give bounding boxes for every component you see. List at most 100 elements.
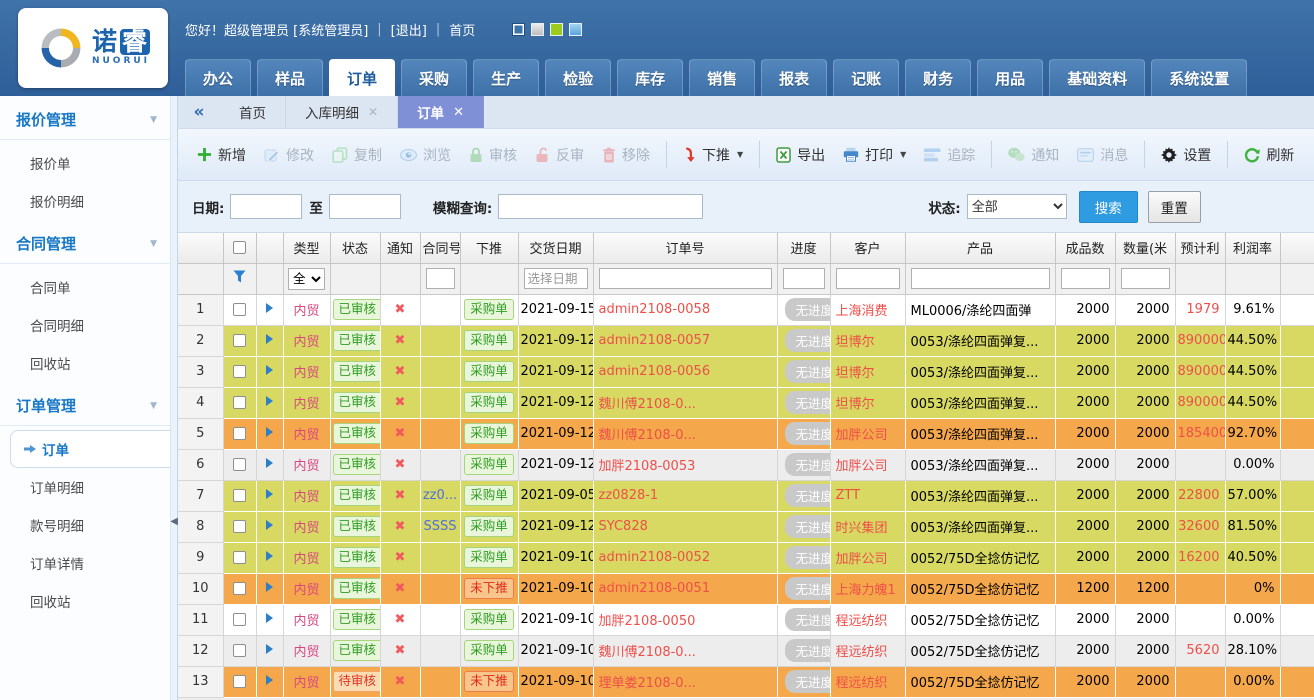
expand-arrow-icon[interactable]	[266, 551, 273, 561]
column-filter-input[interactable]	[426, 268, 455, 289]
row-expand-cell[interactable]	[256, 294, 283, 325]
column-filter-input[interactable]	[599, 268, 772, 289]
order-no-cell[interactable]: zz0828-1	[593, 480, 777, 511]
column-header[interactable]: 产品	[905, 233, 1055, 263]
row-checkbox-cell[interactable]	[223, 666, 256, 697]
theme-square-blue[interactable]	[569, 23, 582, 36]
row-checkbox[interactable]	[233, 675, 246, 688]
row-checkbox-cell[interactable]	[223, 325, 256, 356]
row-expand-cell[interactable]	[256, 573, 283, 604]
column-header[interactable]: 订单号	[593, 233, 777, 263]
order-no-cell[interactable]: SYC828	[593, 511, 777, 542]
close-icon[interactable]: ✕	[368, 105, 378, 119]
expand-arrow-icon[interactable]	[266, 334, 273, 344]
row-expand-cell[interactable]	[256, 604, 283, 635]
delivery-date-filter-input[interactable]	[524, 268, 588, 289]
add-button[interactable]: 新增	[188, 139, 255, 171]
row-checkbox[interactable]	[233, 303, 246, 316]
nav-tab-system-settings[interactable]: 系统设置	[1151, 59, 1247, 96]
open-tab-inbound-detail[interactable]: 入库明细✕	[286, 96, 398, 128]
table-row[interactable]: 10内贸已审核✖未下推2021-09-10admin2108-0051无进度上海…	[178, 573, 1314, 604]
expand-arrow-icon[interactable]	[266, 613, 273, 623]
order-no-cell[interactable]: 加胖2108-0050	[593, 604, 777, 635]
table-row[interactable]: 2内贸已审核✖采购单2021-09-12admin2108-0057无进度坦博尔…	[178, 325, 1314, 356]
row-expand-cell[interactable]	[256, 542, 283, 573]
expand-arrow-icon[interactable]	[266, 675, 273, 685]
column-filter-input[interactable]	[783, 268, 825, 289]
select-all-checkbox[interactable]	[233, 241, 246, 254]
close-icon[interactable]: ✕	[453, 105, 464, 120]
order-no-cell[interactable]: admin2108-0058	[593, 294, 777, 325]
sidebar-item-contract-recycle[interactable]: 回收站	[0, 344, 177, 382]
sidebar-item-contract[interactable]: 合同单	[0, 268, 177, 306]
column-header[interactable]: 状态	[330, 233, 380, 263]
logout-link[interactable]: [退出]	[391, 20, 427, 39]
column-filter-input[interactable]	[1061, 268, 1110, 289]
row-checkbox-cell[interactable]	[223, 604, 256, 635]
filter-funnel-cell[interactable]	[223, 263, 256, 294]
refresh-button[interactable]: 刷新	[1235, 139, 1303, 171]
sidebar-item-quote[interactable]: 报价单	[0, 144, 177, 182]
expand-arrow-icon[interactable]	[266, 396, 273, 406]
table-row[interactable]: 3内贸已审核✖采购单2021-09-12admin2108-0056无进度坦博尔…	[178, 356, 1314, 387]
row-expand-cell[interactable]	[256, 387, 283, 418]
expand-arrow-icon[interactable]	[266, 303, 273, 313]
collapse-sidebar-icon[interactable]: «	[178, 96, 220, 128]
row-checkbox-cell[interactable]	[223, 418, 256, 449]
row-checkbox-cell[interactable]	[223, 449, 256, 480]
sidebar-item-order-detail[interactable]: 订单明细	[0, 468, 177, 506]
nav-tab-supplies[interactable]: 用品	[977, 59, 1043, 96]
row-checkbox-cell[interactable]	[223, 387, 256, 418]
row-expand-cell[interactable]	[256, 666, 283, 697]
nav-tab-sample[interactable]: 样品	[257, 59, 323, 96]
column-header[interactable]: 下推	[460, 233, 518, 263]
sidebar-collapse-handle[interactable]: ◀	[170, 516, 178, 527]
fuzzy-search-input[interactable]	[498, 194, 703, 219]
date-from-input[interactable]	[230, 194, 302, 219]
column-header[interactable]: 进度	[777, 233, 830, 263]
settings-button[interactable]: 设置	[1152, 139, 1220, 171]
row-checkbox-cell[interactable]	[223, 356, 256, 387]
nav-tab-production[interactable]: 生产	[473, 59, 539, 96]
row-checkbox[interactable]	[233, 427, 246, 440]
nav-tab-report[interactable]: 报表	[761, 59, 827, 96]
row-expand-cell[interactable]	[256, 325, 283, 356]
table-row[interactable]: 11内贸已审核✖采购单2021-09-10加胖2108-0050无进度程远纺织0…	[178, 604, 1314, 635]
column-header[interactable]: 通知	[380, 233, 420, 263]
order-no-cell[interactable]: admin2108-0051	[593, 573, 777, 604]
table-row[interactable]: 5内贸已审核✖采购单2021-09-12魏川傅2108-0...无进度加胖公司0…	[178, 418, 1314, 449]
column-filter-input[interactable]	[911, 268, 1050, 289]
order-no-cell[interactable]: 加胖2108-0053	[593, 449, 777, 480]
theme-square-default-selected[interactable]	[512, 23, 525, 36]
row-checkbox[interactable]	[233, 551, 246, 564]
push-down-button[interactable]: 下推▼	[674, 139, 752, 171]
order-no-cell[interactable]: admin2108-0056	[593, 356, 777, 387]
nav-tab-order[interactable]: 订单	[329, 59, 395, 96]
row-checkbox[interactable]	[233, 613, 246, 626]
column-header[interactable]: 成品数	[1055, 233, 1115, 263]
theme-square-green[interactable]	[550, 23, 563, 36]
row-checkbox-cell[interactable]	[223, 480, 256, 511]
table-row[interactable]: 6内贸已审核✖采购单2021-09-12加胖2108-0053无进度加胖公司00…	[178, 449, 1314, 480]
theme-square-gray[interactable]	[531, 23, 544, 36]
row-checkbox[interactable]	[233, 644, 246, 657]
sidebar-section-contract-mgmt[interactable]: 合同管理▼	[0, 220, 173, 264]
nav-tab-finance[interactable]: 财务	[905, 59, 971, 96]
column-header[interactable]: 合同号	[420, 233, 460, 263]
row-checkbox[interactable]	[233, 520, 246, 533]
order-no-cell[interactable]: admin2108-0057	[593, 325, 777, 356]
sidebar-item-style-detail[interactable]: 款号明细	[0, 506, 177, 544]
order-no-cell[interactable]: 魏川傅2108-0...	[593, 635, 777, 666]
expand-arrow-icon[interactable]	[266, 427, 273, 437]
row-expand-cell[interactable]	[256, 356, 283, 387]
row-checkbox-cell[interactable]	[223, 511, 256, 542]
column-header[interactable]: 预计利	[1175, 233, 1225, 263]
expand-arrow-icon[interactable]	[266, 520, 273, 530]
row-expand-cell[interactable]	[256, 480, 283, 511]
table-row[interactable]: 12内贸已审核✖采购单2021-09-10魏川傅2108-0...无进度程远纺织…	[178, 635, 1314, 666]
order-no-cell[interactable]: admin2108-0052	[593, 542, 777, 573]
type-filter-select[interactable]: 全	[288, 268, 325, 290]
row-checkbox[interactable]	[233, 334, 246, 347]
expand-arrow-icon[interactable]	[266, 365, 273, 375]
table-row[interactable]: 9内贸已审核✖采购单2021-09-10admin2108-0052无进度加胖公…	[178, 542, 1314, 573]
